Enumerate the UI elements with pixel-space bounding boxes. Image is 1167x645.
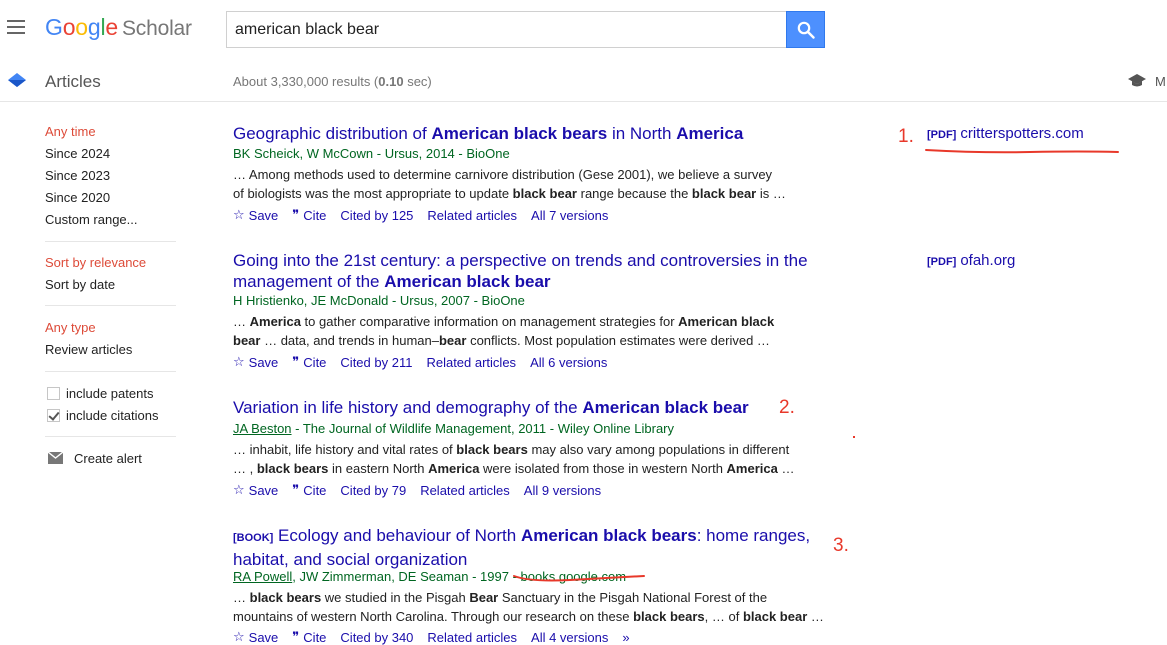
menu-icon[interactable] bbox=[7, 20, 27, 34]
save-link[interactable]: Save bbox=[249, 208, 279, 223]
sidebar-divider bbox=[45, 371, 176, 372]
quote-icon[interactable]: ❞ bbox=[292, 207, 299, 223]
result-actions: ☆ Save ❞ Cite Cited by 125 Related article… bbox=[233, 207, 622, 223]
google-scholar-logo[interactable]: Google Scholar bbox=[45, 14, 192, 41]
google-logo-text: Google bbox=[45, 14, 118, 40]
quote-icon[interactable]: ❞ bbox=[292, 354, 299, 370]
subheader: Articles About 3,330,000 results (0.10 s… bbox=[0, 60, 1167, 102]
author-link[interactable]: RA Powell bbox=[233, 569, 292, 584]
pdf-tag: [PDF] bbox=[927, 129, 957, 141]
cite-link[interactable]: Cite bbox=[303, 630, 326, 645]
results-count-text: About 3,330,000 results ( bbox=[233, 74, 379, 89]
annotation-underline bbox=[925, 149, 1119, 154]
my-profile-link[interactable]: M bbox=[1155, 74, 1166, 89]
all-versions-link[interactable]: All 7 versions bbox=[531, 208, 608, 223]
save-link[interactable]: Save bbox=[249, 630, 279, 645]
pdf-domain: critterspotters.com bbox=[960, 125, 1084, 142]
star-icon[interactable]: ☆ bbox=[233, 482, 245, 498]
result-snippet: … America to gather comparative informat… bbox=[233, 314, 775, 348]
result-authors[interactable]: H Hristienko, JE McDonald - Ursus, 2007 … bbox=[233, 293, 525, 308]
related-articles-link[interactable]: Related articles bbox=[427, 208, 517, 223]
cite-link[interactable]: Cite bbox=[303, 483, 326, 498]
scholar-logo-text: Scholar bbox=[122, 17, 192, 40]
sidebar-divider bbox=[45, 241, 176, 242]
result-title[interactable]: [BOOK] Ecology and behaviour of North Am… bbox=[233, 525, 823, 570]
quote-icon[interactable]: ❞ bbox=[292, 482, 299, 498]
include-citations-label[interactable]: include citations bbox=[66, 408, 159, 423]
filter-since-2020[interactable]: Since 2020 bbox=[45, 190, 110, 205]
author-link[interactable]: JA Beston bbox=[233, 421, 292, 436]
result-actions: ☆ Save ❞ Cite Cited by 340 Related article… bbox=[233, 629, 634, 645]
result-title[interactable]: Going into the 21st century: a perspecti… bbox=[233, 250, 823, 292]
all-versions-link[interactable]: All 6 versions bbox=[530, 355, 607, 370]
cited-by-link[interactable]: Cited by 211 bbox=[340, 355, 412, 370]
search-input[interactable] bbox=[227, 12, 786, 47]
pdf-tag: [PDF] bbox=[927, 256, 957, 268]
result-source: - The Journal of Wildlife Management, 20… bbox=[291, 421, 675, 436]
cited-by-link[interactable]: Cited by 79 bbox=[340, 483, 406, 498]
pdf-domain: ofah.org bbox=[960, 252, 1016, 269]
result-title[interactable]: Variation in life history and demography… bbox=[233, 397, 823, 418]
filter-any-type[interactable]: Any type bbox=[45, 320, 96, 335]
cite-link[interactable]: Cite bbox=[303, 355, 326, 370]
annotation-number: 2. bbox=[779, 397, 795, 418]
annotation-number: 3. bbox=[833, 535, 849, 556]
filter-since-2023[interactable]: Since 2023 bbox=[45, 168, 110, 183]
search-box bbox=[226, 11, 786, 48]
search-icon bbox=[797, 21, 815, 39]
cite-link[interactable]: Cite bbox=[303, 208, 326, 223]
include-patents-checkbox[interactable] bbox=[47, 387, 60, 400]
annotation-underline bbox=[513, 575, 645, 582]
results-count-suffix: sec) bbox=[403, 74, 432, 89]
annotation-dot bbox=[853, 436, 855, 438]
pdf-link[interactable]: [PDF] critterspotters.com bbox=[927, 125, 1084, 142]
all-versions-link[interactable]: All 9 versions bbox=[524, 483, 601, 498]
sidebar-divider bbox=[45, 436, 176, 437]
cited-by-link[interactable]: Cited by 340 bbox=[340, 630, 413, 645]
results-count: About 3,330,000 results (0.10 sec) bbox=[233, 74, 432, 89]
related-articles-link[interactable]: Related articles bbox=[427, 630, 517, 645]
result-snippet: … black bears we studied in the Pisgah B… bbox=[233, 590, 824, 624]
result-actions: ☆ Save ❞ Cite Cited by 79 Related articles… bbox=[233, 482, 615, 498]
filter-custom-range[interactable]: Custom range... bbox=[45, 212, 138, 227]
annotation-number: 1. bbox=[898, 126, 914, 147]
create-alert-link[interactable]: Create alert bbox=[74, 451, 142, 466]
graduation-cap-icon[interactable] bbox=[1127, 72, 1147, 90]
result-authors: JA Beston - The Journal of Wildlife Mana… bbox=[233, 421, 674, 436]
header: Google Scholar bbox=[0, 0, 1167, 60]
pdf-link[interactable]: [PDF] ofah.org bbox=[927, 252, 1015, 269]
include-patents-label[interactable]: include patents bbox=[66, 386, 153, 401]
sort-by-relevance[interactable]: Sort by relevance bbox=[45, 255, 146, 270]
star-icon[interactable]: ☆ bbox=[233, 354, 245, 370]
result-title[interactable]: Geographic distribution of American blac… bbox=[233, 123, 823, 144]
envelope-icon bbox=[48, 452, 63, 464]
search-button[interactable] bbox=[786, 11, 825, 48]
filter-any-time[interactable]: Any time bbox=[45, 124, 96, 139]
all-versions-link[interactable]: All 4 versions bbox=[531, 630, 608, 645]
result-snippet: … Among methods used to determine carniv… bbox=[233, 167, 786, 201]
articles-icon bbox=[8, 73, 26, 87]
result-authors[interactable]: BK Scheick, W McCown - Ursus, 2014 - Bio… bbox=[233, 146, 510, 161]
result-snippet: … inhabit, life history and vital rates … bbox=[233, 442, 795, 476]
related-articles-link[interactable]: Related articles bbox=[426, 355, 516, 370]
results-time: 0.10 bbox=[378, 74, 404, 89]
save-link[interactable]: Save bbox=[249, 355, 279, 370]
filter-review-articles[interactable]: Review articles bbox=[45, 342, 132, 357]
quote-icon[interactable]: ❞ bbox=[292, 629, 299, 645]
star-icon[interactable]: ☆ bbox=[233, 629, 245, 645]
related-articles-link[interactable]: Related articles bbox=[420, 483, 510, 498]
cited-by-link[interactable]: Cited by 125 bbox=[340, 208, 413, 223]
include-citations-checkbox[interactable] bbox=[47, 409, 60, 422]
articles-label: Articles bbox=[45, 72, 101, 91]
save-link[interactable]: Save bbox=[249, 483, 279, 498]
star-icon[interactable]: ☆ bbox=[233, 207, 245, 223]
sidebar-divider bbox=[45, 305, 176, 306]
filter-since-2024[interactable]: Since 2024 bbox=[45, 146, 110, 161]
result-actions: ☆ Save ❞ Cite Cited by 211 Related article… bbox=[233, 354, 621, 370]
sort-by-date[interactable]: Sort by date bbox=[45, 277, 115, 292]
more-chevron-icon[interactable]: » bbox=[622, 630, 629, 645]
